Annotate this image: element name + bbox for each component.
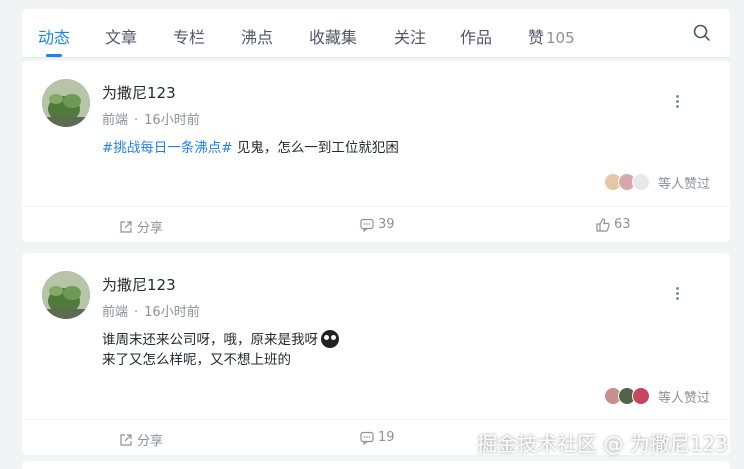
- share-button[interactable]: 分享: [119, 217, 163, 236]
- tab-following[interactable]: 关注: [394, 24, 426, 48]
- liker-avatar: [631, 173, 650, 191]
- likers-text: 等人赞过: [657, 176, 710, 192]
- tab-pins[interactable]: 沸点: [241, 24, 273, 48]
- active-tab-indicator: [46, 54, 62, 57]
- action-bar: 分享 39 63: [22, 206, 730, 242]
- post-meta: 前端 · 16小时前: [102, 301, 200, 320]
- shocked-emoji-icon: [321, 330, 339, 348]
- share-label: 分享: [137, 221, 164, 236]
- post-content: #挑战每日一条沸点# 见鬼，怎么一到工位就犯困: [102, 138, 399, 158]
- post-time: 16小时前: [144, 113, 200, 128]
- avatar[interactable]: [42, 79, 90, 127]
- tab-collections[interactable]: 收藏集: [309, 24, 357, 48]
- comment-button[interactable]: 39: [360, 217, 395, 232]
- more-icon[interactable]: [674, 287, 680, 303]
- post-text-line: 来了又怎么样呢，又不想上班的: [102, 352, 291, 368]
- category[interactable]: 前端: [102, 113, 128, 128]
- avatar[interactable]: [42, 271, 90, 319]
- like-count: 63: [614, 217, 631, 232]
- username[interactable]: 为撒尼123: [102, 82, 176, 103]
- tab-likes[interactable]: 赞 105: [528, 24, 575, 48]
- tab-articles[interactable]: 文章: [105, 24, 137, 48]
- tab-dynamics[interactable]: 动态: [38, 24, 70, 48]
- like-icon: [596, 217, 610, 232]
- category[interactable]: 前端: [102, 305, 128, 320]
- tab-likes-label: 赞: [528, 28, 545, 47]
- share-icon: [120, 433, 132, 446]
- liker-avatar: [631, 387, 650, 405]
- post-text-line: 见鬼，怎么一到工位就犯困: [232, 140, 399, 156]
- meta-separator: ·: [134, 305, 139, 320]
- more-icon[interactable]: [674, 95, 680, 111]
- comment-icon: [360, 218, 374, 232]
- liker-avatars: [603, 173, 650, 191]
- tab-works[interactable]: 作品: [460, 24, 492, 48]
- post-card: 为撒尼123 前端 · 16小时前 #挑战每日一条沸点# 见鬼，怎么一到工位就犯困 …: [22, 61, 730, 242]
- post-text-line: 谁周末还来公司呀，哦，原来是我呀: [102, 332, 318, 348]
- post-time: 16小时前: [144, 305, 200, 320]
- likers[interactable]: 等人赞过: [603, 385, 710, 407]
- likers-text: 等人赞过: [657, 390, 710, 406]
- post-card: [22, 461, 730, 469]
- like-button[interactable]: 63: [596, 217, 631, 232]
- watermark: 掘金技术社区 @ 为撒尼123: [477, 432, 728, 456]
- comment-icon: [360, 431, 374, 445]
- search-icon[interactable]: [692, 23, 712, 43]
- share-label: 分享: [137, 434, 164, 449]
- comment-count: 39: [378, 217, 395, 232]
- liker-avatars: [603, 387, 650, 405]
- username[interactable]: 为撒尼123: [102, 274, 176, 295]
- meta-separator: ·: [134, 113, 139, 128]
- tab-columns[interactable]: 专栏: [173, 24, 205, 48]
- topic-link[interactable]: #挑战每日一条沸点#: [102, 140, 233, 156]
- post-card: 为撒尼123 前端 · 16小时前 谁周末还来公司呀，哦，原来是我呀 来了又怎么样呢…: [22, 253, 730, 455]
- post-content: 谁周末还来公司呀，哦，原来是我呀 来了又怎么样呢，又不想上班的: [102, 330, 339, 370]
- share-button[interactable]: 分享: [119, 430, 163, 449]
- share-icon: [120, 220, 132, 233]
- comment-count: 19: [378, 430, 395, 445]
- tab-likes-count: 105: [546, 29, 575, 47]
- profile-tabs: 动态 文章 专栏 沸点 收藏集 关注 作品 赞 105: [22, 9, 730, 58]
- comment-button[interactable]: 19: [360, 430, 395, 445]
- post-meta: 前端 · 16小时前: [102, 109, 200, 128]
- likers[interactable]: 等人赞过: [603, 171, 710, 193]
